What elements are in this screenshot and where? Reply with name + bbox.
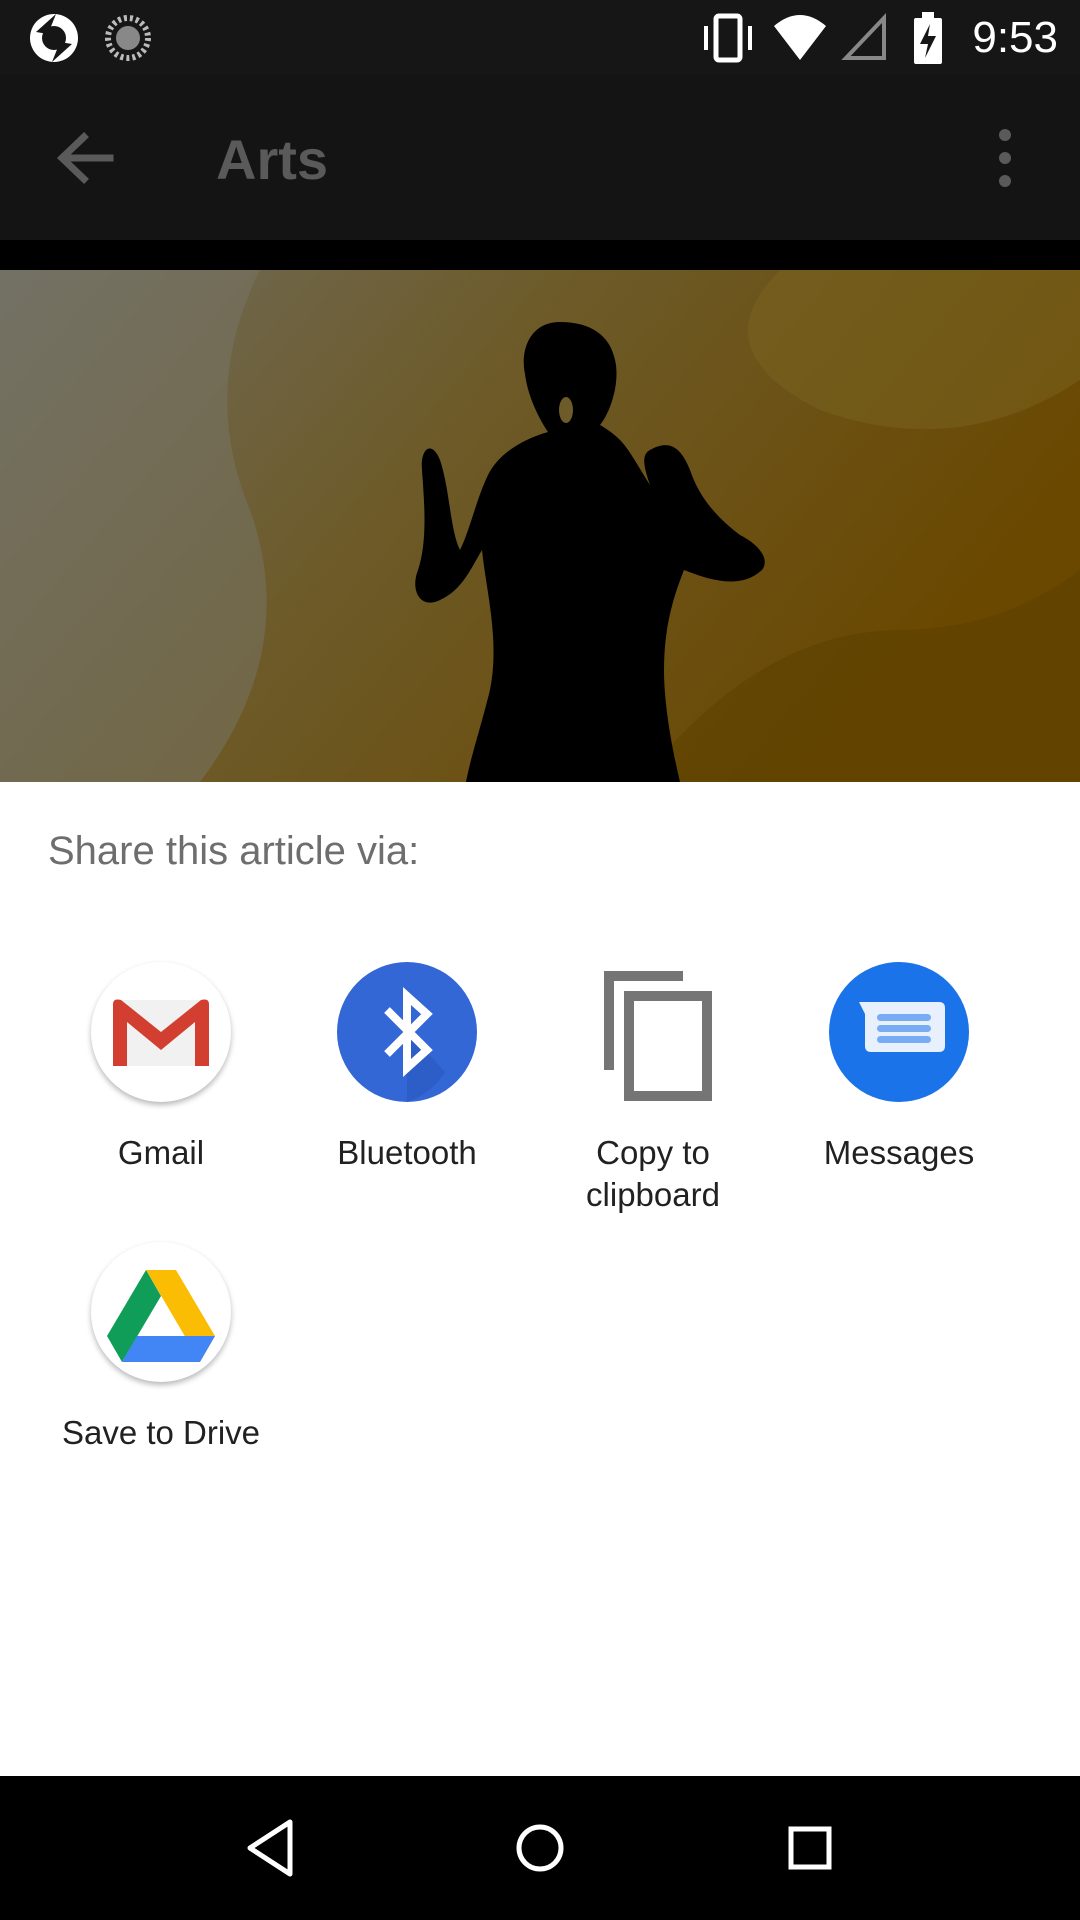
share-target-label: Messages — [823, 1134, 975, 1171]
sync-icon — [105, 15, 151, 61]
share-target-gmail[interactable]: Gmail — [38, 962, 284, 1174]
divider-strip — [0, 240, 1080, 270]
dancer-silhouette-image — [0, 270, 1080, 782]
copy-icon — [604, 971, 712, 1101]
app-bar: Arts — [0, 75, 1080, 240]
back-triangle-icon[interactable] — [230, 1808, 310, 1888]
share-target-messages[interactable]: Messages — [776, 962, 1022, 1174]
app-notification-icon — [30, 14, 78, 62]
share-target-label: Save to Drive — [61, 1414, 261, 1451]
share-target-save-to-drive[interactable]: Save to Drive — [38, 1242, 284, 1454]
status-bar: 9:53 — [0, 0, 1080, 75]
share-target-label: Bluetooth — [337, 1134, 477, 1171]
messages-icon — [829, 962, 969, 1102]
home-circle-icon[interactable] — [500, 1808, 580, 1888]
share-target-copy-to-clipboard[interactable]: Copy to clipboard — [530, 962, 776, 1216]
google-drive-icon — [107, 1270, 215, 1362]
navigation-bar — [0, 1776, 1080, 1920]
battery-charging-icon — [914, 12, 942, 64]
no-signal-icon — [841, 12, 886, 60]
share-target-label: Gmail — [117, 1134, 205, 1171]
recents-square-icon[interactable] — [770, 1808, 850, 1888]
gmail-icon — [113, 999, 209, 1066]
bluetooth-icon — [337, 962, 477, 1102]
share-target-label: Copy to clipboard — [586, 1134, 720, 1213]
vibrate-icon — [704, 13, 752, 63]
more-vert-icon[interactable] — [960, 113, 1050, 203]
status-time: 9:53 — [972, 13, 1058, 62]
share-target-bluetooth[interactable]: Bluetooth — [284, 962, 530, 1174]
share-sheet-title: Share this article via: — [48, 829, 420, 873]
share-sheet: Share this article via: Gmail Bluetooth — [0, 782, 1080, 1776]
arrow-back-icon[interactable] — [40, 113, 130, 203]
wifi-icon — [774, 15, 826, 60]
article-hero-image — [0, 270, 1080, 782]
page-title: Arts — [216, 128, 329, 191]
